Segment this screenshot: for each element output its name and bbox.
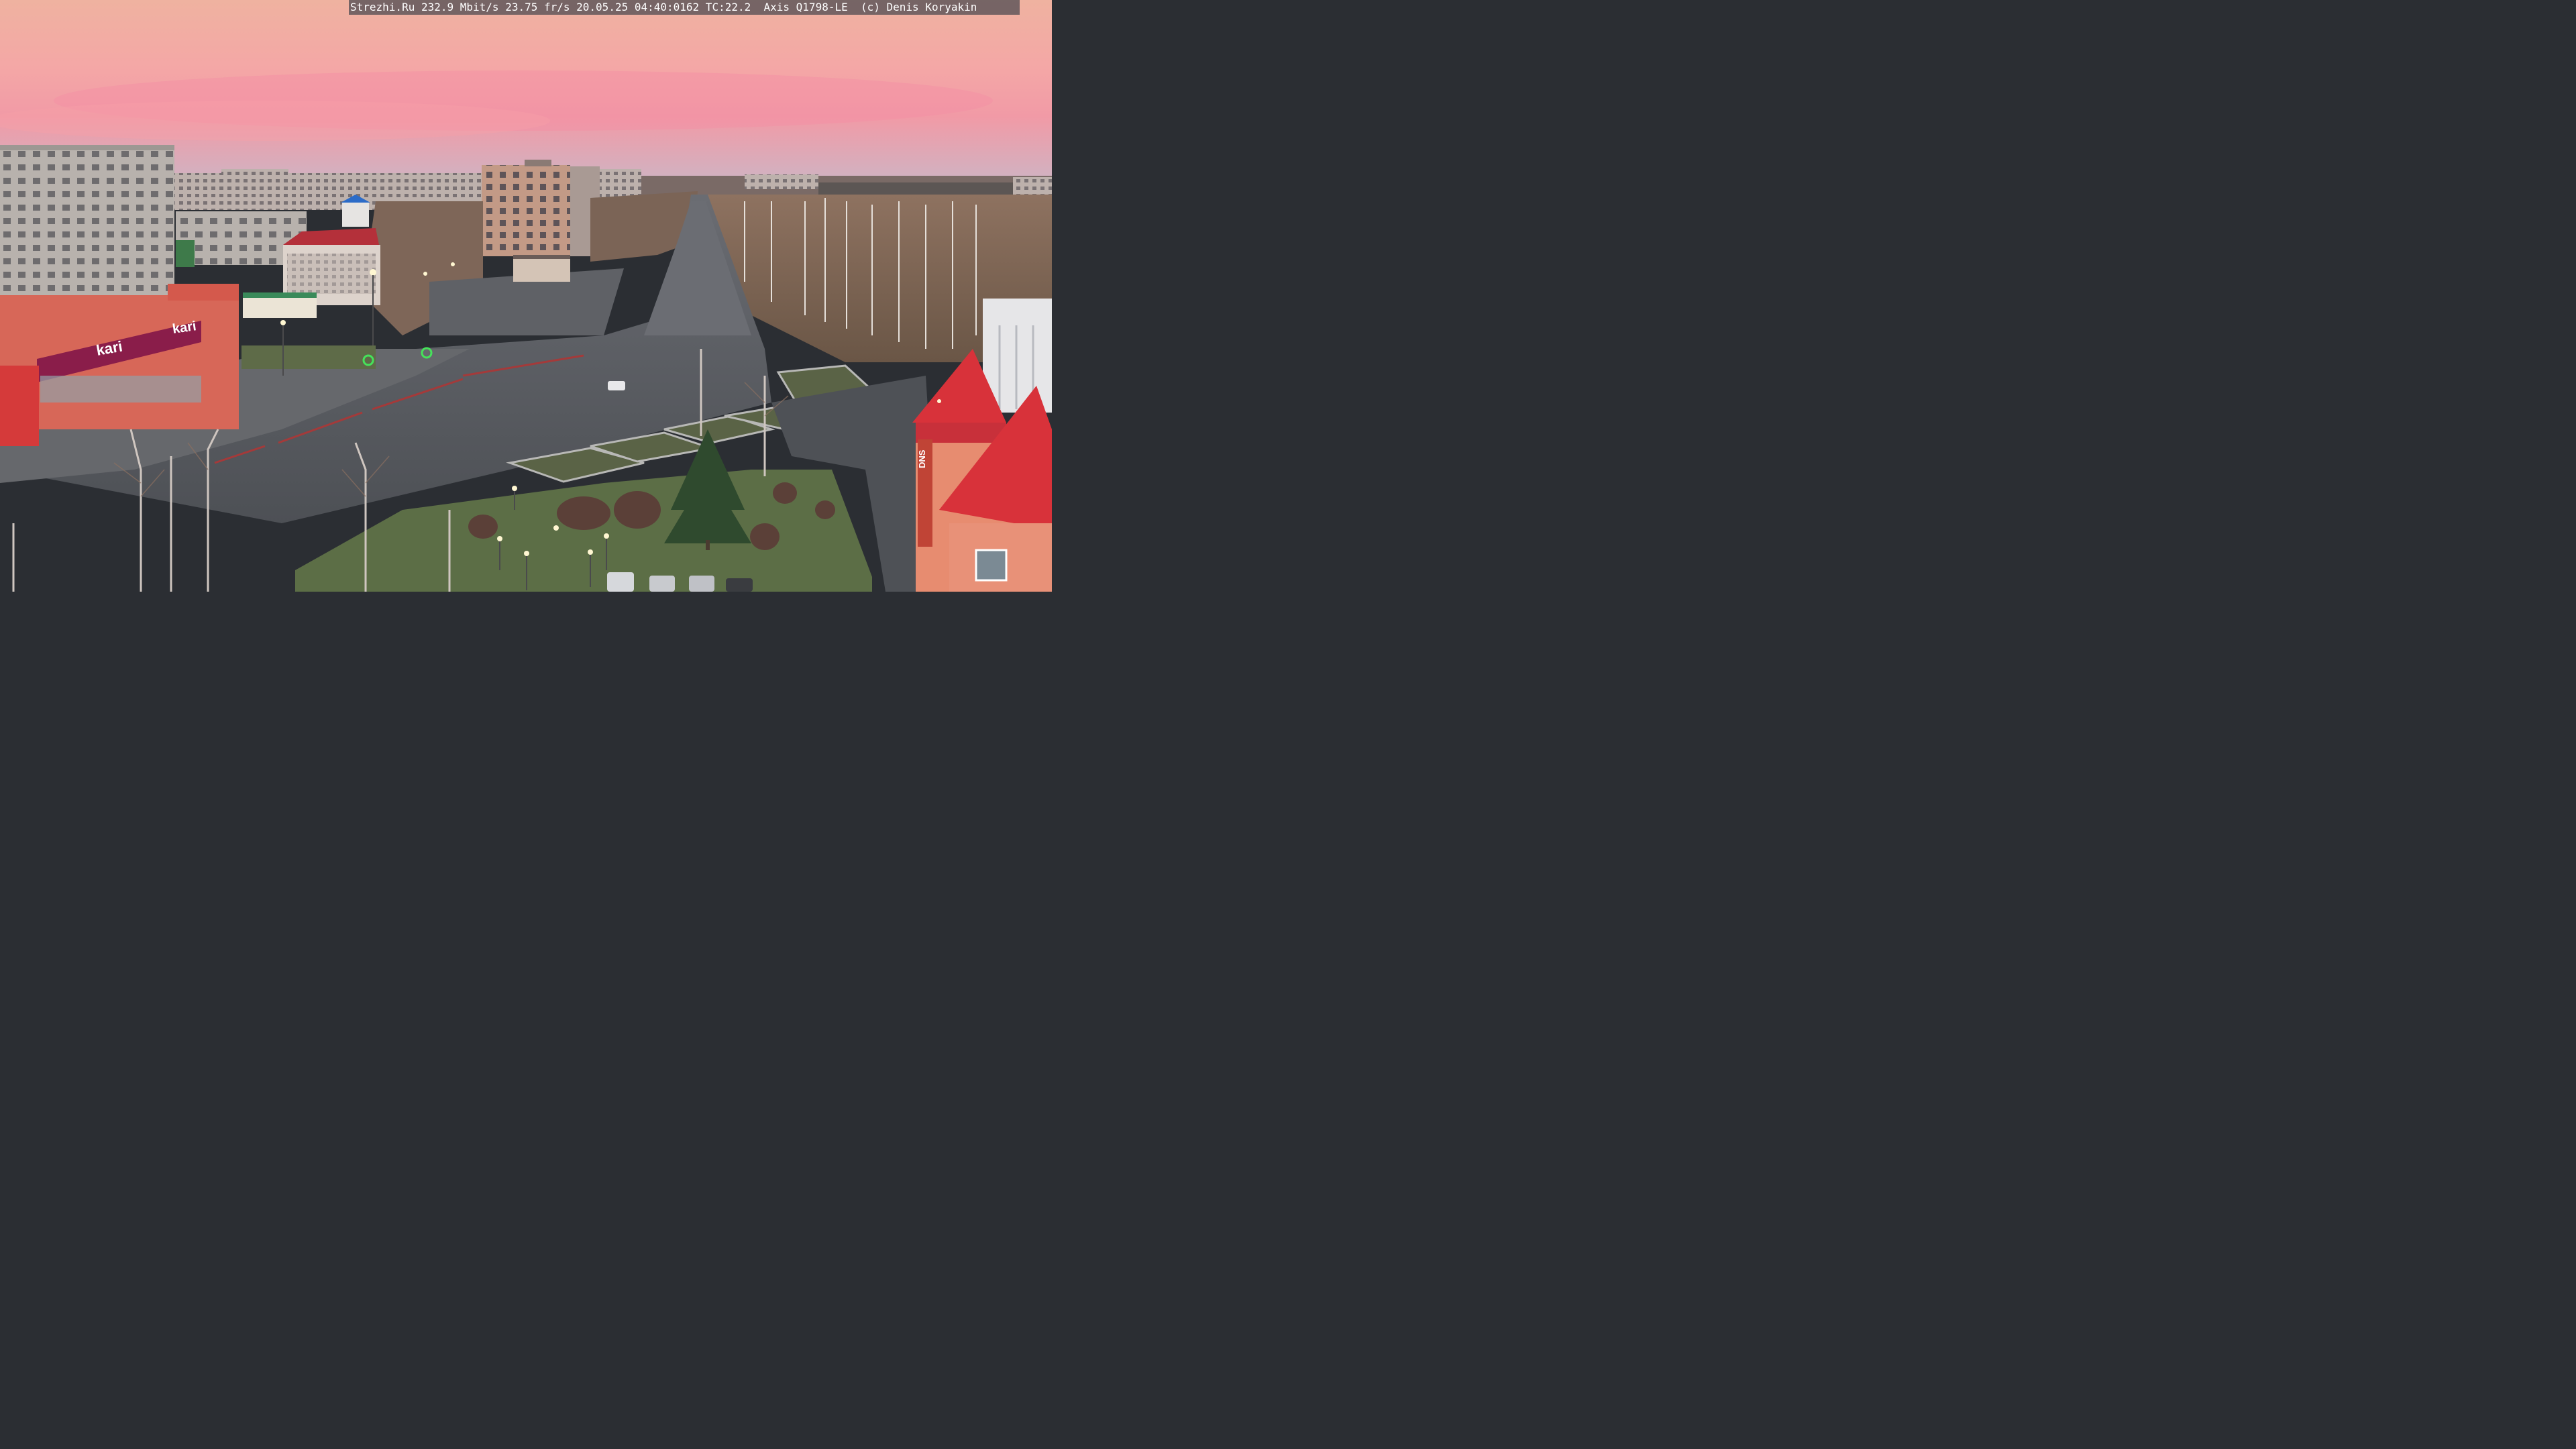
plaza-lawn — [241, 345, 376, 369]
green-roof-house — [176, 240, 195, 267]
kiosk-roof — [243, 292, 317, 298]
left-apartment-roof — [0, 145, 174, 150]
tower-roof-structure — [525, 160, 551, 166]
pavilion-roof — [513, 255, 570, 259]
store-red-block — [0, 366, 39, 446]
dns-window — [975, 549, 1008, 582]
pink-cloud-band-2 — [0, 101, 550, 141]
camera-overlay-text: Strezhi.Ru 232.9 Mbit/s 23.75 fr/s 20.05… — [349, 0, 1020, 15]
spruce-trunk — [706, 540, 710, 550]
pavilion — [513, 258, 570, 282]
brick-tower — [482, 165, 570, 256]
city-scene: kari kari DNS — [0, 0, 1052, 592]
kiosk — [243, 295, 317, 318]
blue-tower — [342, 203, 369, 227]
dns-sign: DNS — [917, 449, 927, 468]
store-windows — [40, 376, 201, 402]
car — [608, 381, 625, 390]
red-roof-building-windows — [287, 254, 376, 294]
far-apartment-right — [745, 174, 818, 189]
webcam-frame: kari kari DNS Strezhi.Ru 232.9 Mbit/s 23… — [0, 0, 1052, 592]
far-apartment-tower — [221, 169, 288, 209]
far-apartment-edge — [1013, 177, 1052, 196]
shopping-center-upper — [168, 284, 239, 301]
